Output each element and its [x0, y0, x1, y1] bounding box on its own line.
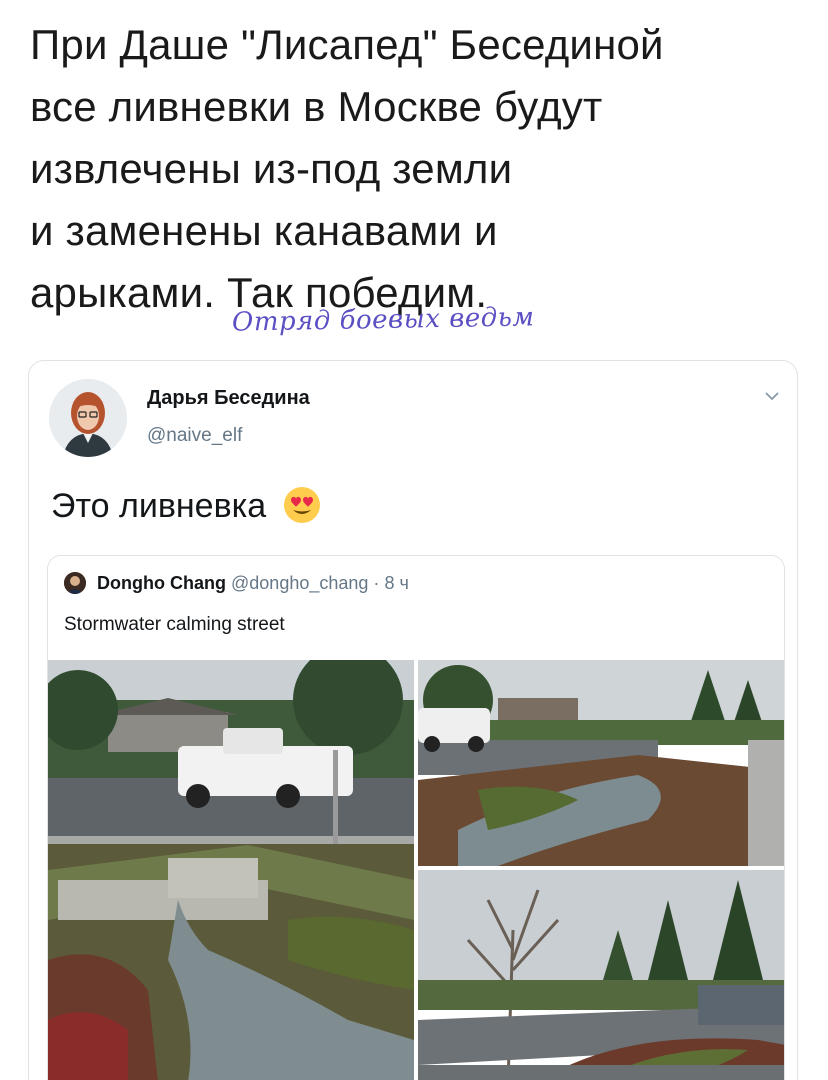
tweet-text-body: Это ливневка	[51, 487, 267, 525]
photo-bioswale-street[interactable]	[418, 660, 784, 866]
heart-eyes-emoji-icon	[283, 487, 320, 523]
photo-stormwater-outlet[interactable]	[48, 660, 414, 1080]
caption-line: извлечены из-под земли	[30, 145, 513, 192]
photo-grid	[48, 660, 784, 1080]
photo-tree-lined-street[interactable]	[418, 870, 784, 1080]
author-name[interactable]: Дарья Беседина	[147, 387, 310, 410]
author-handle[interactable]: @naive_elf	[147, 425, 242, 447]
caption-line: При Даше "Лисапед" Бесединой	[30, 21, 664, 68]
meme-caption: При Даше "Лисапед" Бесединой все ливневк…	[30, 14, 810, 324]
avatar[interactable]	[49, 379, 127, 457]
quoted-author-handle[interactable]: @dongho_chang	[231, 573, 368, 593]
quoted-text: Stormwater calming street	[64, 614, 285, 635]
quoted-avatar[interactable]	[64, 572, 86, 594]
caption-line: и заменены канавами и	[30, 207, 498, 254]
watermark: Отряд боевых ведьм	[231, 302, 535, 338]
quoted-time[interactable]: 8 ч	[384, 573, 408, 593]
quoted-header: Dongho Chang @dongho_chang · 8 ч	[64, 572, 409, 594]
tweet-card[interactable]: Дарья Беседина @naive_elf Это ливневка D…	[28, 360, 798, 1080]
quoted-tweet[interactable]: Dongho Chang @dongho_chang · 8 ч Stormwa…	[47, 555, 785, 1080]
quoted-separator: ·	[373, 573, 380, 593]
tweet-text: Это ливневка	[51, 485, 322, 526]
quoted-author-name[interactable]: Dongho Chang	[97, 573, 226, 593]
chevron-down-icon[interactable]	[763, 389, 781, 403]
caption-line: все ливневки в Москве будут	[30, 83, 603, 130]
